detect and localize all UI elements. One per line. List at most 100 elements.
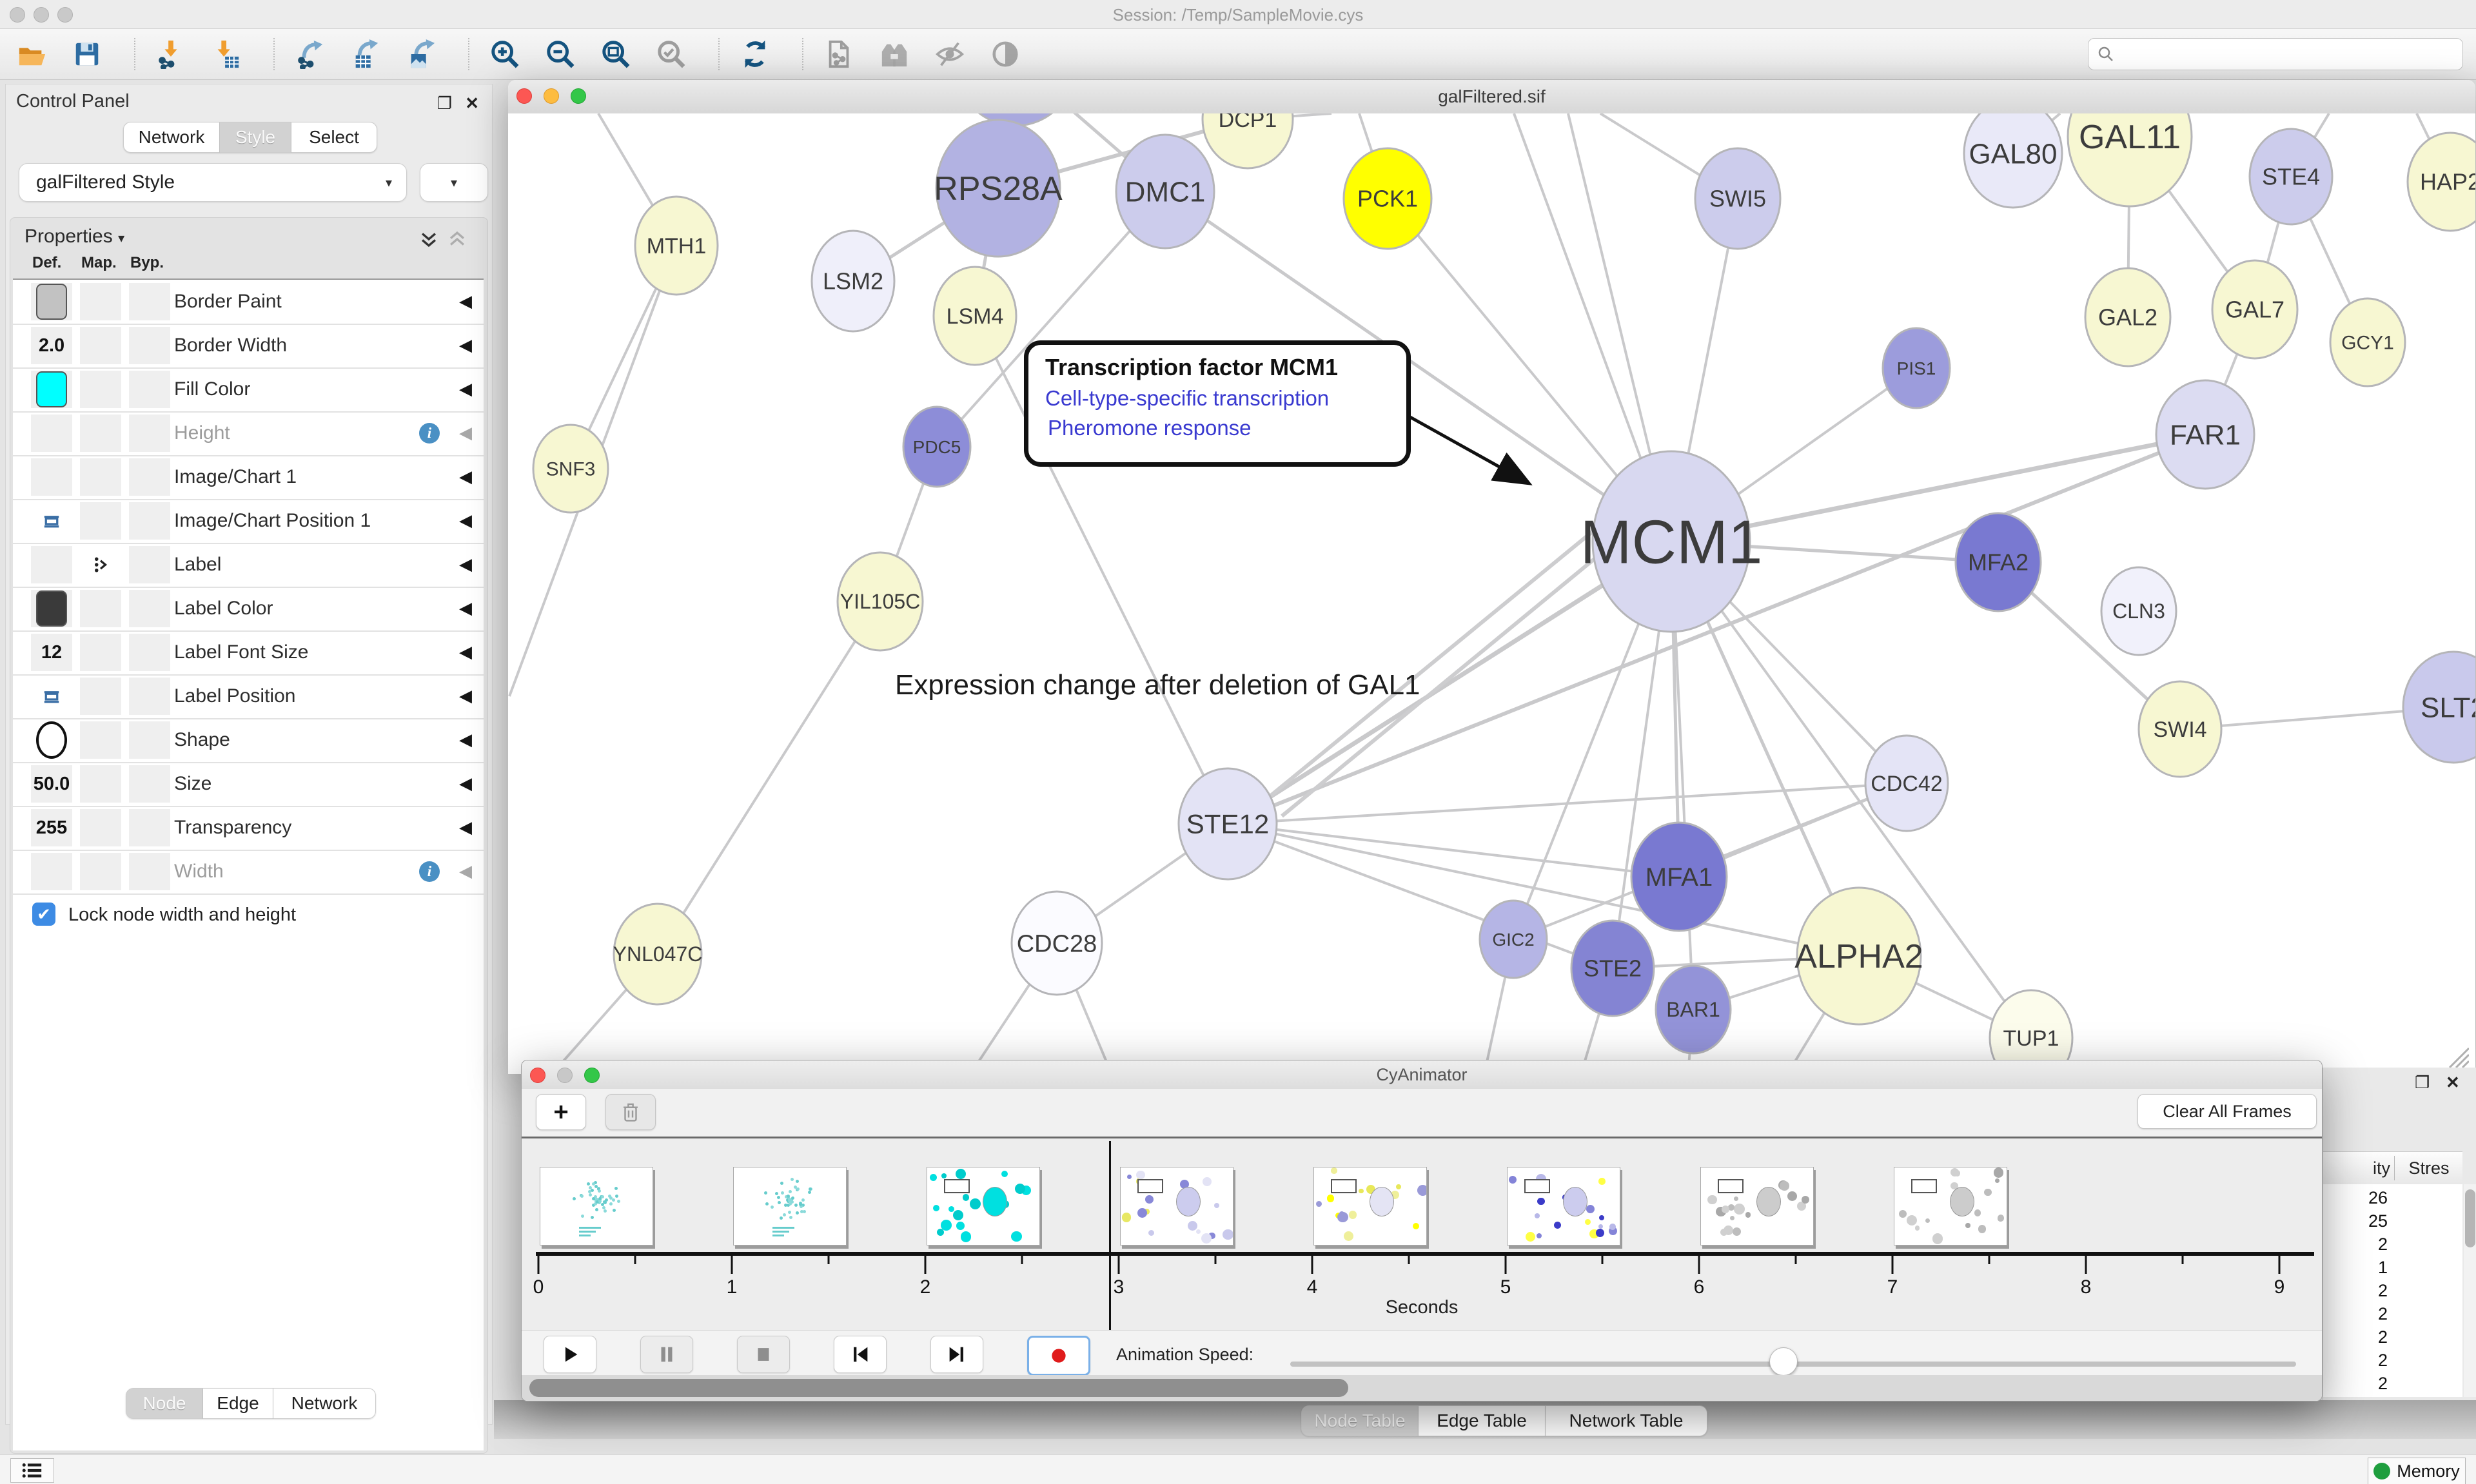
bypass-cell[interactable] xyxy=(129,283,170,320)
open-session-button[interactable] xyxy=(14,38,49,70)
add-frame-button[interactable]: + xyxy=(536,1094,586,1130)
info-icon[interactable]: i xyxy=(419,861,440,882)
bypass-cell[interactable] xyxy=(129,546,170,583)
save-session-button[interactable] xyxy=(70,38,104,70)
expand-row-icon[interactable]: ◀ xyxy=(459,511,472,531)
expand-row-icon[interactable]: ◀ xyxy=(459,291,472,311)
bypass-cell[interactable] xyxy=(129,634,170,671)
default-cell[interactable]: 255 xyxy=(31,809,72,846)
table-row[interactable]: 2 xyxy=(2323,1235,2462,1255)
pause-button[interactable] xyxy=(640,1336,693,1373)
table-row[interactable]: 2 xyxy=(2323,1351,2462,1371)
tab-edge-table[interactable]: Edge Table xyxy=(1419,1405,1546,1436)
bypass-cell[interactable] xyxy=(129,721,170,759)
expand-row-icon[interactable]: ◀ xyxy=(459,774,472,794)
bypass-cell[interactable] xyxy=(129,371,170,408)
cyanimator-timeline[interactable]: 0123456789 Seconds xyxy=(522,1138,2322,1330)
bypass-cell[interactable] xyxy=(129,415,170,452)
table-row[interactable]: 1 xyxy=(2323,1258,2462,1278)
frame-thumbnail-3s[interactable] xyxy=(1120,1167,1233,1245)
default-cell[interactable] xyxy=(31,283,72,320)
frame-thumbnail-4s[interactable] xyxy=(1313,1167,1427,1245)
annotation-link-1[interactable]: Cell-type-specific transcription xyxy=(1045,386,1329,411)
edge[interactable] xyxy=(658,601,880,954)
frame-thumbnail-7s[interactable] xyxy=(1894,1167,2007,1245)
mapping-cell[interactable] xyxy=(80,678,121,715)
clear-all-frames-button[interactable]: Clear All Frames xyxy=(2137,1094,2317,1129)
property-row-fill-color[interactable]: Fill Color◀ xyxy=(13,367,484,413)
timeline-horizontal-scrollbar[interactable] xyxy=(522,1375,2322,1401)
frame-thumbnail-2s[interactable] xyxy=(927,1167,1040,1245)
default-cell[interactable]: 50.0 xyxy=(31,765,72,803)
table-row[interactable]: 25 xyxy=(2323,1211,2462,1232)
mapping-cell[interactable] xyxy=(80,546,121,583)
export-image-button[interactable] xyxy=(404,38,438,70)
table-row[interactable]: 2 xyxy=(2323,1304,2462,1325)
edge[interactable] xyxy=(1268,521,1606,798)
bypass-cell[interactable] xyxy=(129,678,170,715)
close-panel-icon[interactable]: ✕ xyxy=(2446,1073,2460,1093)
lock-size-checkbox[interactable]: ✔ xyxy=(32,903,55,926)
memory-button[interactable]: Memory xyxy=(2368,1458,2466,1484)
annotation-link-2[interactable]: Pheromone response xyxy=(1048,416,1252,440)
expand-row-icon[interactable]: ◀ xyxy=(459,554,472,574)
mapping-cell[interactable] xyxy=(80,458,121,496)
mapping-cell[interactable] xyxy=(80,283,121,320)
default-cell[interactable] xyxy=(31,502,72,540)
table-row[interactable]: 2 xyxy=(2323,1374,2462,1394)
tab-edge[interactable]: Edge xyxy=(203,1388,273,1419)
expand-row-icon[interactable]: ◀ xyxy=(459,730,472,750)
property-row-image-chart-1[interactable]: Image/Chart 1◀ xyxy=(13,455,484,500)
hide-details-button[interactable] xyxy=(932,38,967,70)
skip-end-button[interactable] xyxy=(930,1336,983,1373)
import-table-button[interactable] xyxy=(209,38,244,70)
info-icon[interactable]: i xyxy=(419,423,440,444)
float-panel-icon[interactable]: ❐ xyxy=(2415,1073,2430,1093)
expand-row-icon[interactable]: ◀ xyxy=(459,335,472,355)
bypass-cell[interactable] xyxy=(129,590,170,627)
scrollbar-thumb[interactable] xyxy=(529,1379,1348,1397)
edge[interactable] xyxy=(1228,783,1907,824)
expand-row-icon[interactable]: ◀ xyxy=(459,861,472,881)
bypass-cell[interactable] xyxy=(129,765,170,803)
frame-thumbnail-0s[interactable] xyxy=(540,1167,653,1245)
mapping-cell[interactable] xyxy=(80,809,121,846)
default-cell[interactable] xyxy=(31,458,72,496)
search-box[interactable] xyxy=(2088,38,2463,70)
mapping-cell[interactable] xyxy=(80,765,121,803)
scrollbar-thumb[interactable] xyxy=(2465,1189,2475,1247)
mapping-cell[interactable] xyxy=(80,415,121,452)
style-selector-dropdown[interactable]: galFiltered Style ▾ xyxy=(19,163,407,202)
mapping-cell[interactable] xyxy=(80,371,121,408)
default-cell[interactable]: 2.0 xyxy=(31,327,72,364)
expand-all-icon[interactable] xyxy=(418,228,440,250)
mapping-cell[interactable] xyxy=(80,853,121,890)
bypass-cell[interactable] xyxy=(129,853,170,890)
expand-row-icon[interactable]: ◀ xyxy=(459,642,472,662)
export-table-button[interactable] xyxy=(348,38,383,70)
mapping-cell[interactable] xyxy=(80,721,121,759)
float-panel-icon[interactable]: ❐ xyxy=(437,93,452,113)
properties-header[interactable]: Properties ▾ xyxy=(25,226,124,248)
tab-network[interactable]: Network xyxy=(123,122,220,153)
expand-row-icon[interactable]: ◀ xyxy=(459,467,472,487)
tab-select[interactable]: Select xyxy=(291,122,377,153)
default-cell[interactable] xyxy=(31,590,72,627)
default-cell[interactable] xyxy=(31,415,72,452)
default-cell[interactable] xyxy=(31,721,72,759)
network-window-titlebar[interactable]: galFiltered.sif xyxy=(508,80,2475,114)
column-header-clipped[interactable]: ity xyxy=(2323,1158,2390,1178)
bypass-cell[interactable] xyxy=(129,458,170,496)
zoom-out-button[interactable] xyxy=(543,38,578,70)
expand-row-icon[interactable]: ◀ xyxy=(459,686,472,706)
search-network-button[interactable] xyxy=(877,38,912,70)
table-row[interactable]: 26 xyxy=(2323,1188,2462,1209)
property-row-label-position[interactable]: Label Position◀ xyxy=(13,674,484,719)
property-row-shape[interactable]: Shape◀ xyxy=(13,718,484,763)
expand-row-icon[interactable]: ◀ xyxy=(459,817,472,837)
property-row-border-paint[interactable]: Border Paint◀ xyxy=(13,280,484,325)
slider-thumb[interactable] xyxy=(1769,1347,1798,1376)
zoom-in-button[interactable] xyxy=(487,38,522,70)
frame-thumbnail-6s[interactable] xyxy=(1700,1167,1814,1245)
default-cell[interactable]: 12 xyxy=(31,634,72,671)
